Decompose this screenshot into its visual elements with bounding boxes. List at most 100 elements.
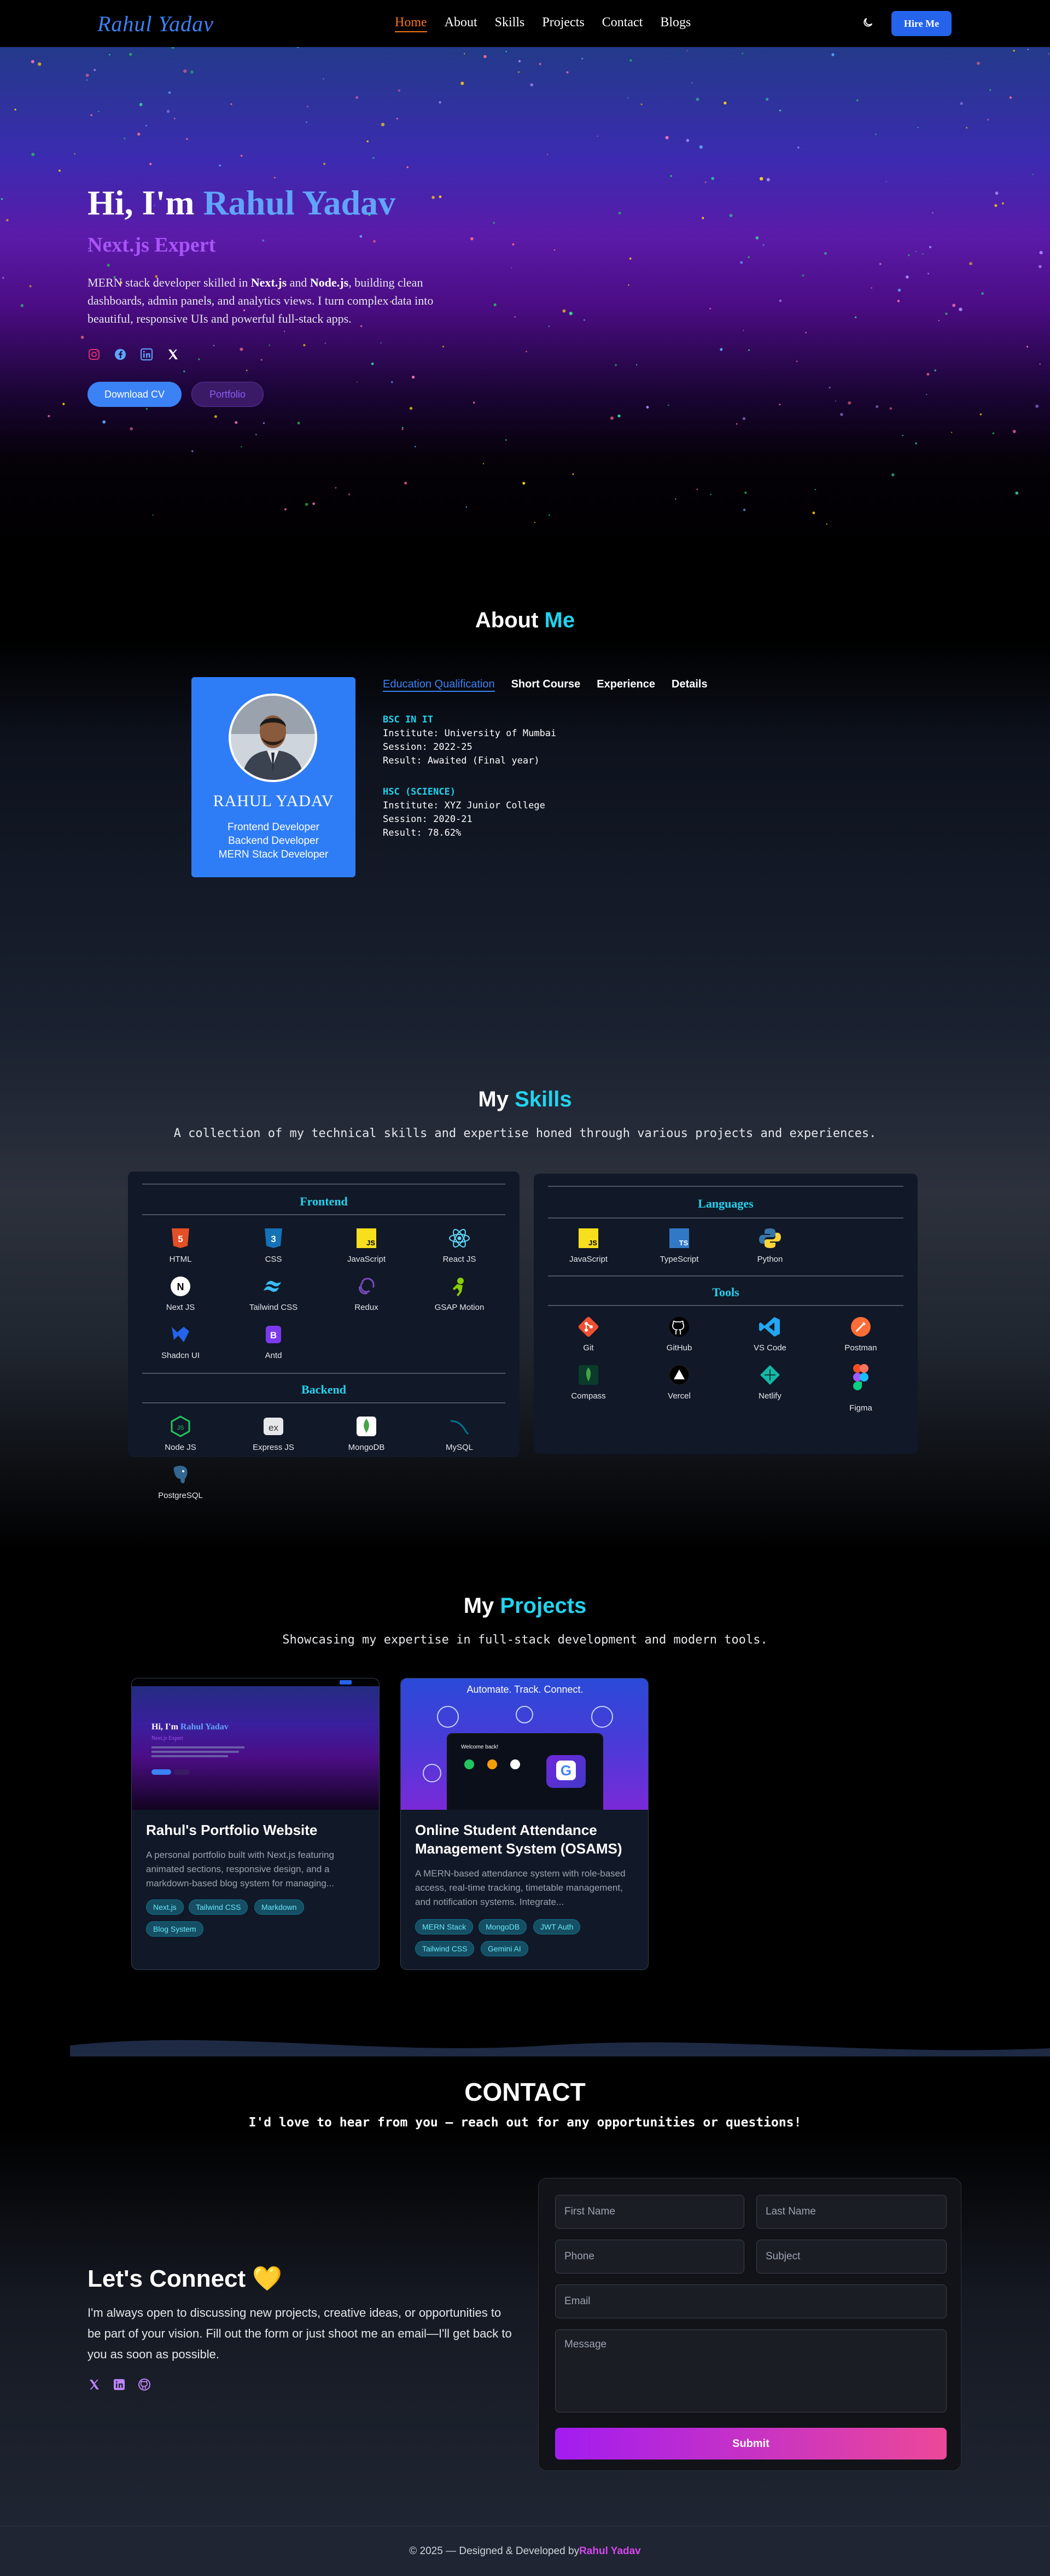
backend-title: Backend [301, 1383, 346, 1396]
project-card[interactable]: Hi, I'm Rahul Yadav Next.js Expert Rahul… [131, 1678, 380, 1970]
tab-short-course[interactable]: Short Course [511, 678, 581, 692]
submit-button[interactable]: Submit [555, 2428, 947, 2460]
nav-link-skills[interactable]: Skills [495, 15, 525, 32]
first-name-field[interactable]: First Name [555, 2195, 744, 2229]
postgresql-icon [168, 1462, 192, 1487]
heart-icon: 💛 [252, 2265, 283, 2292]
site-logo[interactable]: Rahul Yadav [97, 11, 214, 37]
contact-subtitle: I'd love to hear from you — reach out fo… [248, 2115, 802, 2130]
skill-next-js: N Next JS [148, 1274, 213, 1312]
star [876, 405, 879, 408]
star [960, 102, 963, 105]
star [856, 99, 859, 102]
svg-text:JS: JS [588, 1239, 597, 1247]
linkedin-icon[interactable] [140, 348, 153, 361]
star [306, 121, 307, 123]
javascript-icon: JS [354, 1226, 378, 1250]
hire-me-button[interactable]: Hire Me [891, 11, 952, 36]
facebook-icon[interactable] [114, 348, 127, 361]
footer-author[interactable]: Rahul Yadav [579, 2545, 641, 2557]
linkedin-icon[interactable] [113, 2378, 126, 2391]
star [932, 212, 934, 214]
nav-link-about[interactable]: About [445, 15, 477, 32]
star [762, 244, 765, 246]
star [414, 446, 416, 447]
svg-text:JS: JS [366, 1239, 375, 1247]
skill-netlify: Netlify [737, 1363, 803, 1401]
star [928, 272, 929, 275]
tab-details[interactable]: Details [672, 678, 708, 692]
star [198, 358, 200, 360]
download-cv-button[interactable]: Download CV [88, 382, 182, 407]
star [152, 514, 154, 516]
star [145, 125, 147, 127]
star [992, 432, 995, 435]
star [80, 335, 84, 339]
star [824, 252, 827, 255]
languages-title: Languages [698, 1197, 754, 1210]
star [401, 428, 404, 430]
postman-icon [849, 1315, 873, 1339]
star [584, 319, 585, 321]
typescript-icon: TS [667, 1226, 691, 1250]
star [989, 89, 991, 91]
star [246, 370, 248, 371]
star [917, 127, 919, 129]
last-name-field[interactable]: Last Name [756, 2195, 947, 2229]
footer: © 2025 — Designed & Developed by Rahul Y… [0, 2526, 1050, 2576]
x-icon[interactable] [166, 348, 179, 361]
skill-redux: Redux [334, 1274, 399, 1312]
next-js-icon: N [168, 1274, 192, 1298]
star [58, 169, 61, 172]
skill-gsap-motion: GSAP Motion [427, 1274, 492, 1312]
hero-section: Hi, I'm Rahul Yadav Next.js Expert MERN … [0, 47, 1050, 550]
star [826, 523, 828, 525]
projects-section: My Projects Showcasing my expertise in f… [0, 1551, 1050, 2054]
project-card[interactable]: Automate. Track. Connect. Welcome back! … [400, 1678, 649, 1970]
star [262, 422, 265, 424]
nav-link-home[interactable]: Home [395, 15, 427, 32]
about-tabs: Education Qualification Short Course Exp… [383, 678, 708, 692]
star [569, 312, 573, 316]
star [38, 62, 42, 66]
frontend-title: Frontend [300, 1194, 348, 1208]
email-field[interactable]: Email [555, 2284, 947, 2318]
star [107, 264, 110, 267]
star [855, 316, 857, 318]
star [640, 103, 643, 106]
nav-link-contact[interactable]: Contact [602, 15, 643, 32]
star [743, 330, 744, 331]
star [906, 275, 909, 279]
star [802, 274, 804, 277]
tech-tag: MERN Stack [415, 1919, 474, 1934]
star [372, 157, 375, 159]
star [409, 406, 413, 410]
moon-icon[interactable] [862, 16, 874, 28]
message-field[interactable]: Message [555, 2329, 947, 2412]
star [748, 349, 750, 351]
star [915, 250, 917, 252]
subject-field[interactable]: Subject [756, 2240, 947, 2274]
tab-education[interactable]: Education Qualification [383, 678, 495, 692]
star [969, 262, 972, 265]
nav-link-projects[interactable]: Projects [542, 15, 584, 32]
star [186, 138, 188, 140]
skill-label: VS Code [753, 1343, 787, 1353]
star [742, 417, 746, 421]
x-icon[interactable] [88, 2378, 101, 2391]
phone-field[interactable]: Phone [555, 2240, 744, 2274]
star [635, 364, 638, 366]
star [6, 219, 9, 222]
star [665, 136, 669, 139]
star [977, 61, 980, 65]
tab-experience[interactable]: Experience [597, 678, 655, 692]
skill-label: Postman [844, 1343, 877, 1353]
portfolio-button[interactable]: Portfolio [191, 382, 264, 407]
star [262, 239, 265, 242]
instagram-icon[interactable] [88, 348, 101, 361]
star [86, 79, 88, 81]
star [20, 304, 24, 307]
nav-link-blogs[interactable]: Blogs [660, 15, 691, 32]
github-icon[interactable] [138, 2378, 151, 2391]
skill-label: GSAP Motion [434, 1303, 485, 1312]
